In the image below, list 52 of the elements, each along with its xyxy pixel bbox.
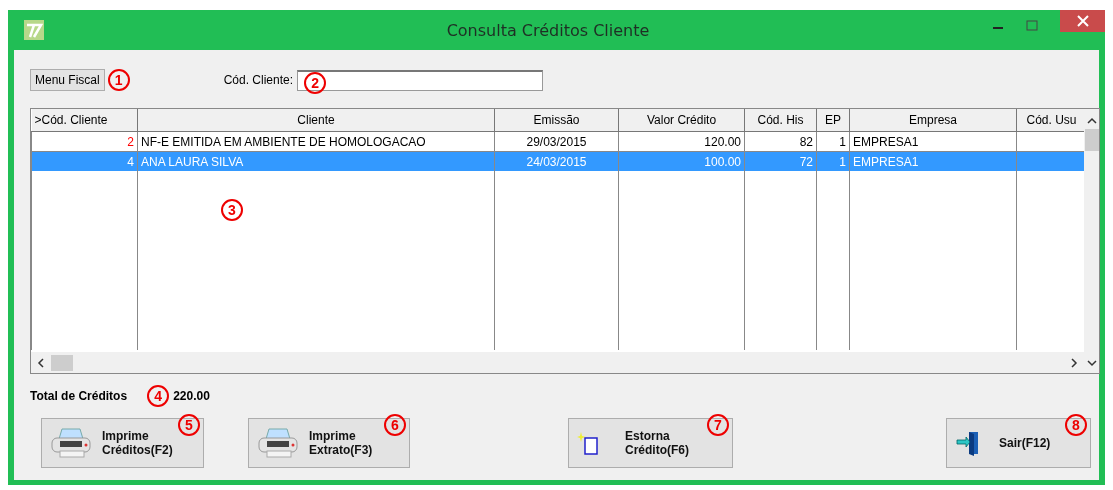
table-cell: 24/03/2015 (526, 154, 587, 169)
table-cell: NF-E EMITIDA EM AMBIENTE DE HOMOLOGACAO (141, 134, 426, 149)
table-cell: 120.00 (704, 134, 741, 149)
table-cell: 2 (127, 134, 134, 149)
app-logo-icon (24, 20, 44, 40)
scroll-down-icon[interactable] (1086, 359, 1097, 367)
table-cell: 29/03/2015 (526, 134, 587, 149)
scroll-right-icon[interactable] (1070, 357, 1078, 368)
new-document-icon (577, 431, 599, 455)
callout-number: 8 (1065, 414, 1087, 436)
scroll-thumb[interactable] (51, 354, 73, 371)
close-button[interactable] (1060, 10, 1105, 32)
client-code-label: Cód. Cliente: (223, 73, 294, 87)
table-cell: EMPRESA1 (853, 154, 919, 169)
column-header[interactable]: Empresa (849, 109, 1017, 132)
table-cell: 1 (839, 154, 846, 169)
scroll-thumb[interactable] (1084, 129, 1099, 151)
maximize-icon[interactable] (1026, 20, 1038, 32)
scroll-left-icon[interactable] (37, 357, 45, 368)
table-cell: EMPRESA1 (853, 134, 919, 149)
column-header[interactable]: Emissão (494, 109, 619, 132)
table-cell: 82 (799, 134, 813, 149)
table-cell: 72 (799, 154, 813, 169)
column-header[interactable]: EP (816, 109, 850, 132)
callout-number: 1 (107, 69, 130, 91)
client-code-field[interactable] (297, 69, 544, 91)
table-cell: 100.00 (704, 154, 741, 169)
total-label: Total de Créditos (30, 389, 128, 403)
menu-fiscal-button[interactable]: Menu Fiscal (30, 69, 105, 91)
table-cell: 1 (839, 134, 846, 149)
column-header[interactable]: >Cód. Cliente (31, 109, 138, 132)
column-header[interactable]: Cliente (137, 109, 495, 132)
scroll-up-icon[interactable] (1086, 117, 1097, 125)
callout-number: 4 (147, 385, 170, 407)
printer-icon (257, 427, 299, 459)
table-cell: 4 (127, 154, 134, 169)
callout-number: 5 (178, 414, 200, 436)
callout-number: 2 (304, 71, 327, 94)
close-icon (1076, 15, 1089, 27)
horizontal-scrollbar[interactable] (31, 352, 1084, 373)
column-header[interactable]: Cód. Usu (1016, 109, 1084, 132)
callout-number: 3 (221, 199, 243, 221)
printer-icon (50, 427, 92, 459)
column-header[interactable]: Cód. His (744, 109, 817, 132)
table-row[interactable]: 2 NF-E EMITIDA EM AMBIENTE DE HOMOLOGACAO 29/03/2015 120.00 82 1 EMPRESA1 (31, 131, 1084, 152)
total-value: 220.00 (173, 389, 210, 403)
vertical-scrollbar[interactable] (1084, 109, 1099, 373)
window-title: Consulta Créditos Cliente (445, 20, 651, 40)
table-cell: ANA LAURA SILVA (141, 154, 244, 169)
callout-number: 7 (707, 414, 729, 436)
callout-number: 6 (384, 414, 406, 436)
column-header[interactable]: Valor Crédito (618, 109, 745, 132)
